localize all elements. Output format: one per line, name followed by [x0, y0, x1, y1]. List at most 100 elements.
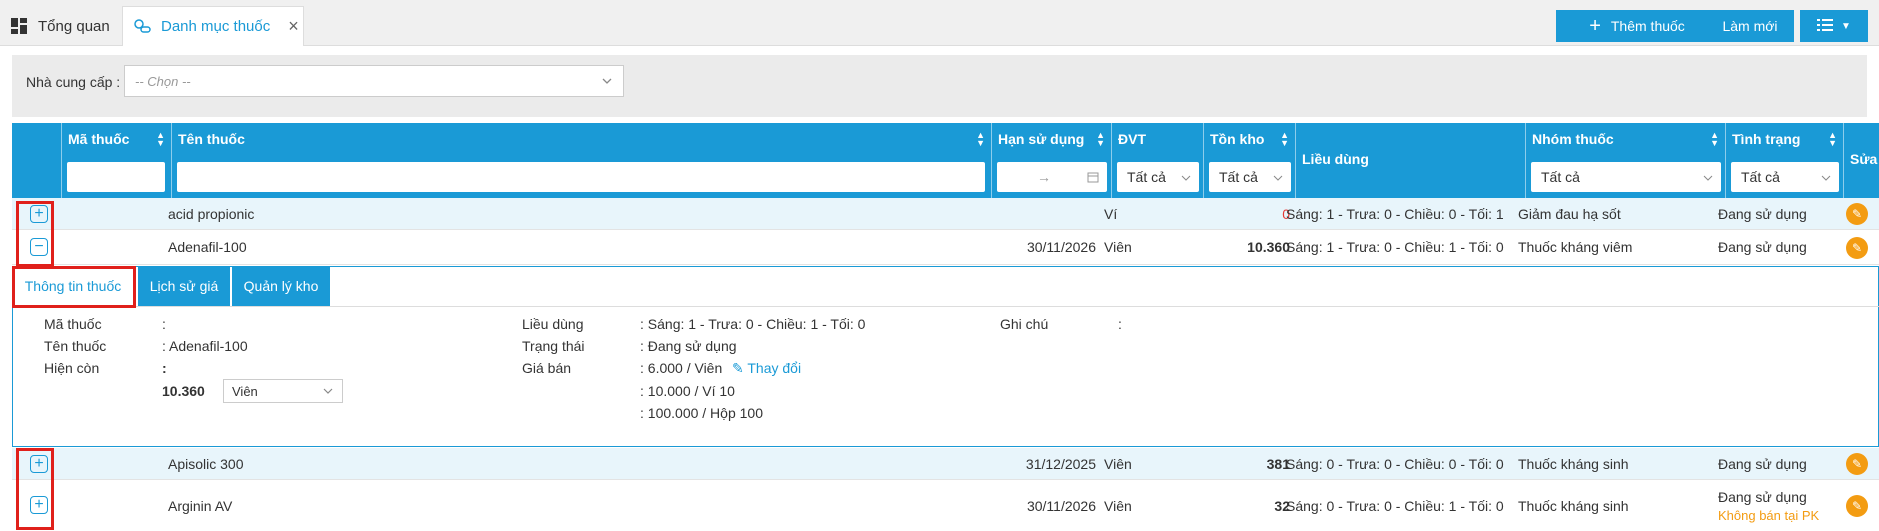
header-status[interactable]: Tình trạng ▲ ▼ Tất cả: [1726, 123, 1844, 198]
detail-note-label: Ghi chú: [1000, 316, 1049, 332]
change-price-link[interactable]: ✎ Thay đổi: [732, 360, 801, 377]
stock-filter-select[interactable]: Tất cả: [1209, 162, 1291, 192]
edit-pencil-icon[interactable]: ✎: [1846, 495, 1868, 517]
highlight-box: [16, 201, 54, 267]
row-unit: Viên: [1104, 455, 1132, 472]
edit-pencil-icon[interactable]: ✎: [1846, 453, 1868, 475]
header-unit[interactable]: ĐVT Tất cả: [1112, 123, 1204, 198]
header-expiry[interactable]: Hạn sử dụng ▲ ▼ →: [992, 123, 1112, 198]
row-unit: Viên: [1104, 497, 1132, 514]
expiry-date-range-input[interactable]: →: [997, 162, 1107, 192]
sort-icon[interactable]: ▲ ▼: [156, 131, 165, 148]
row-status: Đang sử dụng: [1718, 205, 1807, 222]
tab-price-history[interactable]: Lịch sử giá: [138, 266, 230, 306]
sort-icon[interactable]: ▲ ▼: [1096, 131, 1105, 148]
detail-code-value: :: [162, 316, 166, 332]
sort-icon[interactable]: ▲ ▼: [976, 131, 985, 148]
row-expiry: 30/11/2026: [1026, 497, 1096, 514]
add-drug-button[interactable]: + Thêm thuốc: [1556, 10, 1718, 42]
code-filter-input[interactable]: [67, 162, 165, 192]
detail-name-label: Tên thuốc: [44, 338, 107, 354]
list-icon: [1817, 18, 1834, 34]
chevron-down-icon: [1181, 170, 1191, 186]
row-dosage: Sáng: 1 - Trưa: 0 - Chiều: 1 - Tối: 0: [1286, 239, 1504, 255]
detail-price-1: : 6.000 / Viên: [640, 360, 723, 376]
remain-unit-value: Viên: [232, 384, 258, 399]
header-name-label: Tên thuốc: [178, 131, 245, 147]
table-row[interactable]: + acid propionic Ví 0 Sáng: 1 - Trưa: 0 …: [12, 198, 1879, 230]
header-group-label: Nhóm thuốc: [1532, 131, 1614, 147]
detail-remain-qty: 10.360: [162, 383, 205, 399]
edit-pencil-icon[interactable]: ✎: [1846, 203, 1868, 225]
tab-drug-list[interactable]: Danh mục thuốc ×: [122, 6, 304, 46]
row-name: Arginin AV: [168, 497, 233, 514]
pills-icon: [133, 18, 151, 36]
unit-filter-select[interactable]: Tất cả: [1117, 162, 1199, 192]
detail-note-value: :: [1118, 316, 1122, 332]
date-arrow: →: [1037, 169, 1051, 185]
detail-dosage-label: Liều dùng: [522, 316, 584, 332]
sort-icon[interactable]: ▲ ▼: [1280, 131, 1289, 148]
detail-name-value: : Adenafil-100: [162, 338, 248, 354]
chevron-down-icon: [1273, 170, 1283, 186]
column-chooser-button[interactable]: ▼: [1800, 10, 1868, 42]
highlight-box: [12, 266, 136, 308]
change-price-label: Thay đổi: [747, 360, 802, 376]
calendar-icon[interactable]: [1087, 170, 1099, 186]
remain-unit-select[interactable]: Viên: [223, 379, 343, 403]
header-stock[interactable]: Tồn kho ▲ ▼ Tất cả: [1204, 123, 1296, 198]
row-dosage: Sáng: 1 - Trưa: 0 - Chiều: 0 - Tối: 1: [1286, 205, 1504, 222]
chevron-down-icon: [1821, 170, 1831, 186]
table-row[interactable]: − Adenafil-100 30/11/2026 Viên 10.360 Sá…: [12, 230, 1879, 265]
header-dosage-label: Liều dùng: [1302, 151, 1369, 167]
status-filter-value: Tất cả: [1741, 169, 1780, 185]
edit-pencil-icon[interactable]: ✎: [1846, 237, 1868, 259]
detail-status-label: Trạng thái: [522, 338, 585, 354]
row-status: Đang sử dụng: [1718, 239, 1807, 255]
dashboard-icon: [10, 17, 28, 35]
table-header: Mã thuốc ▲ ▼ Tên thuốc ▲ ▼ Hạn sử dụng ▲ ▼ …: [12, 123, 1879, 198]
header-code[interactable]: Mã thuốc ▲ ▼: [62, 123, 172, 198]
tab-overview[interactable]: Tổng quan: [0, 6, 118, 46]
group-filter-select[interactable]: Tất cả: [1531, 162, 1721, 192]
row-group: Giảm đau hạ sốt: [1518, 205, 1621, 222]
header-code-label: Mã thuốc: [68, 131, 130, 147]
row-name: acid propionic: [168, 205, 255, 222]
name-filter-input[interactable]: [177, 162, 985, 192]
close-icon[interactable]: ×: [288, 16, 299, 37]
row-status-cell: Đang sử dụng Không bán tại PK: [1718, 480, 1819, 531]
header-stock-label: Tồn kho: [1210, 131, 1265, 147]
row-dosage: Sáng: 0 - Trưa: 0 - Chiều: 0 - Tối: 0: [1286, 455, 1504, 472]
detail-status-value: : Đang sử dụng: [640, 338, 737, 354]
chevron-down-icon: [601, 74, 613, 90]
detail-price-2: : 10.000 / Ví 10: [640, 383, 735, 399]
row-expiry: 30/11/2026: [1026, 239, 1096, 255]
detail-remain-label: Hiện còn: [44, 360, 100, 376]
table-row[interactable]: + Arginin AV 30/11/2026 Viên 32 Sáng: 0 …: [12, 480, 1879, 531]
table-row[interactable]: + Apisolic 300 31/12/2025 Viên 381 Sáng:…: [12, 448, 1879, 480]
detail-dosage-value: : Sáng: 1 - Trưa: 0 - Chiều: 1 - Tối: 0: [640, 316, 866, 332]
supplier-select[interactable]: -- Chọn --: [124, 65, 624, 97]
header-expiry-label: Hạn sử dụng: [998, 131, 1085, 147]
row-status-note: Không bán tại PK: [1718, 507, 1820, 523]
header-group[interactable]: Nhóm thuốc ▲ ▼ Tất cả: [1526, 123, 1726, 198]
header-status-label: Tình trạng: [1732, 131, 1801, 147]
tab-inventory[interactable]: Quản lý kho: [232, 266, 330, 306]
detail-tab-divider: [12, 306, 1879, 307]
row-group: Thuốc kháng sinh: [1518, 455, 1629, 472]
row-group: Thuốc kháng sinh: [1518, 497, 1629, 514]
tab-overview-label: Tổng quan: [38, 17, 110, 35]
row-group: Thuốc kháng viêm: [1518, 239, 1633, 255]
detail-price-3: : 100.000 / Hộp 100: [640, 405, 763, 421]
row-unit: Viên: [1104, 239, 1132, 255]
sort-icon[interactable]: ▲ ▼: [1710, 131, 1719, 148]
row-name: Adenafil-100: [168, 239, 247, 255]
refresh-button[interactable]: Làm mới: [1706, 10, 1794, 42]
row-stock: 10.360: [1247, 239, 1290, 255]
header-name[interactable]: Tên thuốc ▲ ▼: [172, 123, 992, 198]
plus-icon: +: [1589, 14, 1601, 37]
pencil-icon: ✎: [732, 360, 744, 376]
sort-icon[interactable]: ▲ ▼: [1828, 131, 1837, 148]
header-expand-col: [12, 123, 62, 198]
status-filter-select[interactable]: Tất cả: [1731, 162, 1839, 192]
